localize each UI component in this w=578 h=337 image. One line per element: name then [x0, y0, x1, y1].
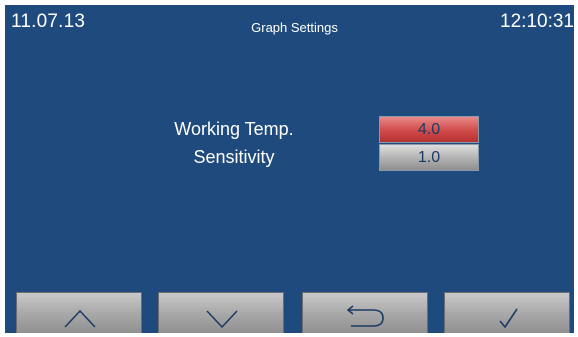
display-screen: 11.07.13 Graph Settings 12:10:31 Working… — [5, 5, 574, 333]
back-arrow-icon — [346, 305, 384, 327]
up-button[interactable] — [16, 292, 142, 333]
arrow-down-icon — [206, 310, 238, 329]
checkmark-icon — [499, 308, 518, 329]
arrow-up-icon — [64, 309, 96, 328]
page-title: Graph Settings — [251, 20, 338, 35]
sensitivity-value-button[interactable]: 1.0 — [379, 144, 479, 171]
sensitivity-label: Sensitivity — [193, 147, 275, 167]
working-temp-label: Working Temp. — [174, 119, 294, 139]
header-time: 12:10:31 — [500, 11, 574, 32]
down-button[interactable] — [158, 292, 284, 333]
working-temp-value-button[interactable]: 4.0 — [379, 116, 479, 143]
confirm-button[interactable] — [444, 292, 570, 333]
back-button[interactable] — [302, 292, 428, 333]
